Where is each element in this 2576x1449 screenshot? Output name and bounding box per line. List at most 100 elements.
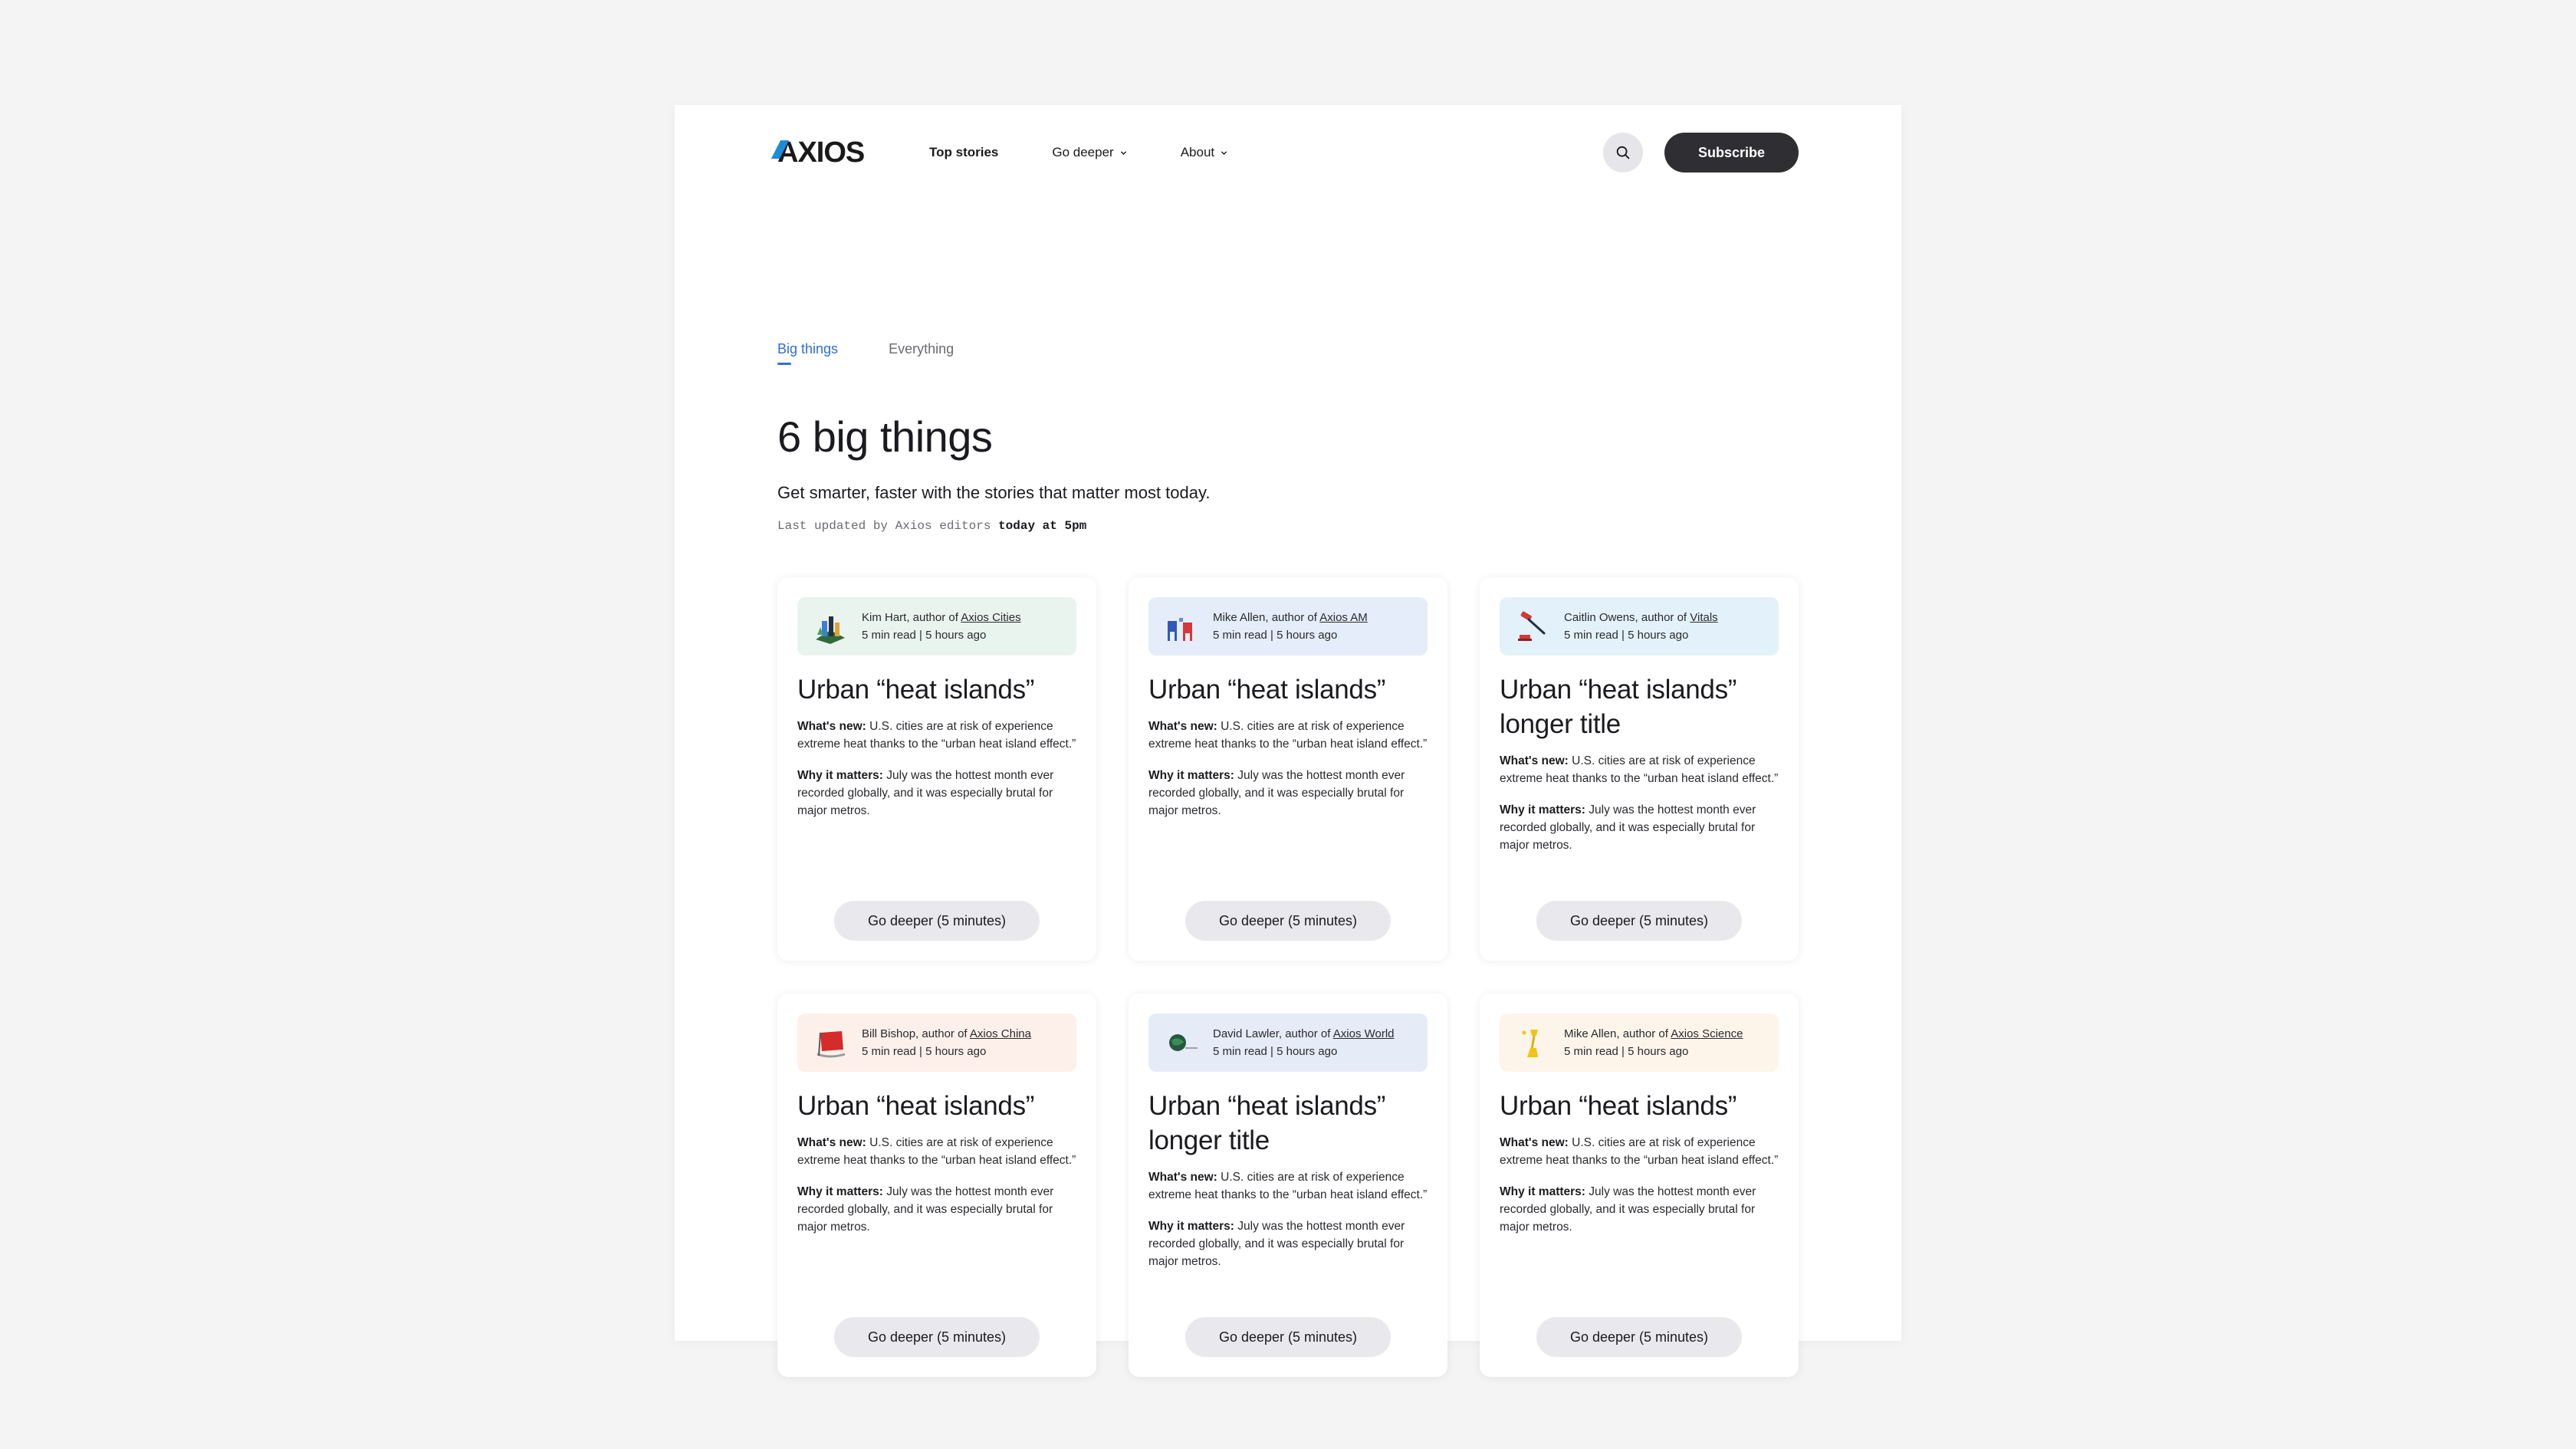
author-banner: Mike Allen, author of Axios Science 5 mi… bbox=[1500, 1014, 1779, 1072]
story-card-6: Mike Allen, author of Axios Science 5 mi… bbox=[1480, 994, 1799, 1377]
whats-new: What's new: U.S. cities are at risk of e… bbox=[1148, 718, 1428, 753]
why-label: Why it matters: bbox=[797, 1185, 883, 1198]
axios-logo[interactable]: AXIOS bbox=[777, 136, 929, 169]
newsletter-link[interactable]: Axios World bbox=[1333, 1027, 1395, 1040]
newsletter-link[interactable]: Vitals bbox=[1690, 611, 1717, 624]
chairs-illustration-icon bbox=[1168, 618, 1192, 641]
newsletter-link[interactable]: Axios Science bbox=[1671, 1027, 1743, 1040]
nav-label: Go deeper bbox=[1052, 145, 1114, 159]
read-time: 5 min read | 5 hours ago bbox=[1213, 629, 1338, 642]
go-deeper-button[interactable]: Go deeper (5 minutes) bbox=[833, 901, 1040, 941]
page-container: AXIOS Top stories Go deeper About Subscr… bbox=[675, 105, 1901, 1377]
search-icon bbox=[1616, 146, 1630, 159]
whats-new: What's new: U.S. cities are at risk of e… bbox=[1500, 752, 1779, 787]
go-deeper-button[interactable]: Go deeper (5 minutes) bbox=[1184, 901, 1392, 941]
author-banner: Caitlin Owens, author of Vitals 5 min re… bbox=[1500, 597, 1779, 656]
why-it-matters: Why it matters: July was the hottest mon… bbox=[1500, 801, 1779, 854]
read-time: 5 min read | 5 hours ago bbox=[862, 629, 987, 642]
nav-go-deeper[interactable]: Go deeper bbox=[1052, 145, 1126, 160]
story-card-2: Mike Allen, author of Axios AM 5 min rea… bbox=[1129, 577, 1447, 961]
why-it-matters: Why it matters: July was the hottest mon… bbox=[797, 767, 1076, 820]
author-line: Caitlin Owens, author of Vitals bbox=[1564, 609, 1718, 626]
page-subtitle: Get smarter, faster with the stories tha… bbox=[777, 483, 1211, 502]
story-card-5: David Lawler, author of Axios World 5 mi… bbox=[1129, 994, 1447, 1377]
flag-illustration-icon bbox=[816, 1031, 846, 1058]
author-meta: Caitlin Owens, author of Vitals 5 min re… bbox=[1564, 609, 1718, 644]
read-time: 5 min read | 5 hours ago bbox=[1213, 1045, 1338, 1058]
whats-new-label: What's new: bbox=[1500, 754, 1569, 767]
go-deeper-button[interactable]: Go deeper (5 minutes) bbox=[1184, 1317, 1392, 1357]
newsletter-link[interactable]: Axios China bbox=[970, 1027, 1031, 1040]
last-updated: Last updated by Axios editors today at 5… bbox=[777, 519, 1086, 533]
author-meta: David Lawler, author of Axios World 5 mi… bbox=[1213, 1025, 1395, 1060]
story-title[interactable]: Urban “heat islands” longer title bbox=[1148, 1089, 1428, 1158]
gavel-illustration-icon bbox=[1518, 611, 1546, 641]
why-label: Why it matters: bbox=[1148, 769, 1234, 782]
story-title[interactable]: Urban “heat islands” longer title bbox=[1500, 672, 1779, 741]
author-line: Kim Hart, author of Axios Cities bbox=[862, 609, 1021, 626]
nav-about[interactable]: About bbox=[1181, 145, 1227, 160]
whats-new: What's new: U.S. cities are at risk of e… bbox=[797, 1134, 1076, 1169]
go-deeper-button[interactable]: Go deeper (5 minutes) bbox=[1536, 1317, 1743, 1357]
newsletter-link[interactable]: Axios Cities bbox=[961, 611, 1020, 624]
story-card-1: Kim Hart, author of Axios Cities 5 min r… bbox=[777, 577, 1096, 961]
story-title[interactable]: Urban “heat islands” bbox=[1500, 1089, 1779, 1123]
go-deeper-button[interactable]: Go deeper (5 minutes) bbox=[833, 1317, 1040, 1357]
author-meta: Mike Allen, author of Axios AM 5 min rea… bbox=[1213, 609, 1368, 644]
chevron-down-icon bbox=[1120, 150, 1126, 155]
author-line: Mike Allen, author of Axios AM bbox=[1213, 609, 1368, 626]
search-button[interactable] bbox=[1602, 133, 1643, 172]
story-title[interactable]: Urban “heat islands” bbox=[797, 672, 1076, 707]
author-line: David Lawler, author of Axios World bbox=[1213, 1025, 1395, 1043]
why-label: Why it matters: bbox=[1148, 1220, 1234, 1233]
story-title[interactable]: Urban “heat islands” bbox=[797, 1089, 1076, 1123]
author-meta: Mike Allen, author of Axios Science 5 mi… bbox=[1564, 1025, 1743, 1060]
why-it-matters: Why it matters: July was the hottest mon… bbox=[1500, 1183, 1779, 1236]
logo-text: AXIOS bbox=[777, 136, 865, 169]
updated-time: today at 5pm bbox=[998, 519, 1087, 533]
subscribe-button[interactable]: Subscribe bbox=[1664, 133, 1799, 172]
why-label: Why it matters: bbox=[1500, 803, 1585, 816]
page-title: 6 big things bbox=[777, 412, 993, 461]
content-column: AXIOS Top stories Go deeper About Subscr… bbox=[777, 105, 1799, 1377]
chevron-down-icon bbox=[1221, 150, 1227, 155]
tab-everything[interactable]: Everything bbox=[889, 341, 954, 365]
city-illustration-icon bbox=[816, 616, 845, 644]
read-time: 5 min read | 5 hours ago bbox=[862, 1045, 987, 1058]
whats-new: What's new: U.S. cities are at risk of e… bbox=[797, 718, 1076, 753]
whats-new-label: What's new: bbox=[1500, 1136, 1569, 1149]
globe-illustration-icon bbox=[1169, 1034, 1198, 1051]
why-it-matters: Why it matters: July was the hottest mon… bbox=[1148, 767, 1428, 820]
nav-top-stories[interactable]: Top stories bbox=[929, 145, 998, 160]
why-label: Why it matters: bbox=[797, 769, 883, 782]
author-name: Kim Hart, author of bbox=[862, 611, 961, 624]
nav-label: About bbox=[1180, 145, 1215, 159]
author-name: Bill Bishop, author of bbox=[862, 1027, 970, 1040]
why-label: Why it matters: bbox=[1500, 1185, 1585, 1198]
author-banner: Kim Hart, author of Axios Cities 5 min r… bbox=[797, 597, 1076, 656]
author-line: Mike Allen, author of Axios Science bbox=[1564, 1025, 1743, 1043]
whats-new-label: What's new: bbox=[1148, 1171, 1217, 1184]
story-card-3: Caitlin Owens, author of Vitals 5 min re… bbox=[1480, 577, 1799, 961]
author-name: Mike Allen, author of bbox=[1564, 1027, 1671, 1040]
whats-new-label: What's new: bbox=[797, 720, 866, 733]
whats-new-label: What's new: bbox=[797, 1136, 866, 1149]
go-deeper-button[interactable]: Go deeper (5 minutes) bbox=[1536, 901, 1743, 941]
tab-bar: Big things Everything bbox=[777, 341, 954, 365]
whats-new-label: What's new: bbox=[1148, 720, 1217, 733]
newsletter-link[interactable]: Axios AM bbox=[1319, 611, 1368, 624]
nav-links: Top stories Go deeper About bbox=[929, 145, 1227, 160]
tab-big-things[interactable]: Big things bbox=[777, 341, 838, 365]
top-nav: AXIOS Top stories Go deeper About Subscr… bbox=[777, 131, 1799, 174]
author-meta: Bill Bishop, author of Axios China 5 min… bbox=[862, 1025, 1031, 1060]
author-line: Bill Bishop, author of Axios China bbox=[862, 1025, 1031, 1043]
updated-prefix: Last updated by Axios editors bbox=[777, 519, 991, 533]
author-banner: Mike Allen, author of Axios AM 5 min rea… bbox=[1148, 597, 1428, 656]
author-banner: David Lawler, author of Axios World 5 mi… bbox=[1148, 1014, 1428, 1072]
lamp-illustration-icon bbox=[1522, 1030, 1538, 1057]
read-time: 5 min read | 5 hours ago bbox=[1564, 1045, 1689, 1058]
author-name: Mike Allen, author of bbox=[1213, 611, 1320, 624]
story-title[interactable]: Urban “heat islands” bbox=[1148, 672, 1428, 707]
author-name: Caitlin Owens, author of bbox=[1564, 611, 1691, 624]
author-meta: Kim Hart, author of Axios Cities 5 min r… bbox=[862, 609, 1021, 644]
